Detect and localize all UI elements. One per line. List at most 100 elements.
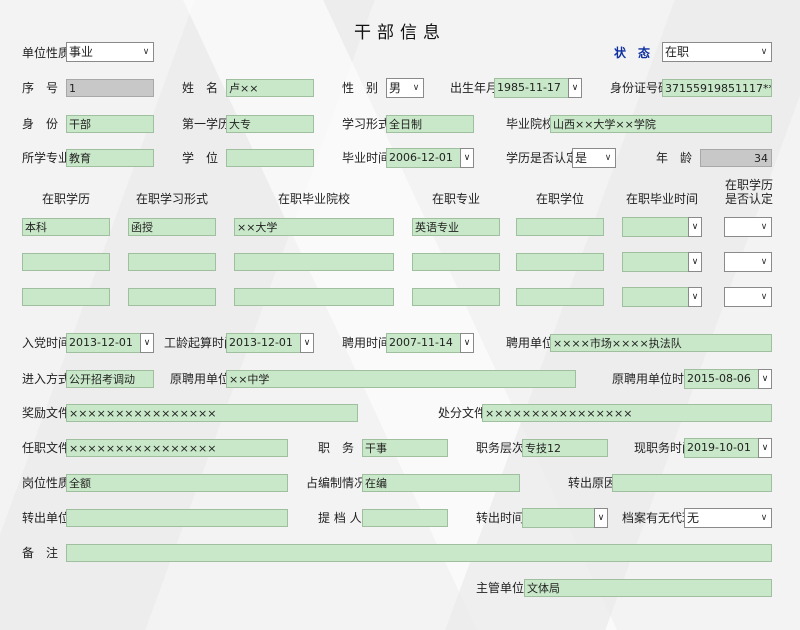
inservice-time-field[interactable]: ∨ <box>622 287 702 307</box>
date-dropdown-icon[interactable]: ∨ <box>568 78 582 98</box>
date-dropdown-icon[interactable]: ∨ <box>688 287 702 307</box>
id-number-label: 身份证号码 <box>610 81 671 95</box>
hire-time-label: 聘用时间 <box>342 336 391 350</box>
transfer-reason-field[interactable] <box>612 474 772 492</box>
transfer-time-field[interactable]: ∨ <box>522 508 608 528</box>
status-select[interactable]: 在职 ∨ <box>662 42 772 62</box>
duty-time-value: 2019-10-01 <box>687 441 751 454</box>
punish-doc-label: 处分文件 <box>438 406 487 420</box>
chevron-down-icon: ∨ <box>760 47 768 57</box>
gender-value: 男 <box>389 81 402 95</box>
inservice-major-field[interactable] <box>412 253 500 271</box>
inservice-school-field[interactable]: ××大学 <box>234 218 394 236</box>
chevron-down-icon: ∨ <box>760 257 768 267</box>
orig-unit-field[interactable]: ××中学 <box>226 370 576 388</box>
chevron-down-icon: ∨ <box>760 222 768 232</box>
chevron-down-icon: ∨ <box>760 292 768 302</box>
date-dropdown-icon[interactable]: ∨ <box>300 333 314 353</box>
inservice-form-field[interactable] <box>128 288 216 306</box>
degree-field[interactable] <box>226 149 314 167</box>
id-number-field[interactable]: 37155919851117**** <box>662 79 772 97</box>
date-dropdown-icon[interactable]: ∨ <box>140 333 154 353</box>
inservice-time-field[interactable]: ∨ <box>622 217 702 237</box>
status-value: 在职 <box>665 45 690 59</box>
supervisor-label: 主管单位: <box>476 581 529 595</box>
name-field[interactable]: 卢×× <box>226 79 314 97</box>
birth-date-field[interactable]: 1985-11-17 ∨ <box>494 78 582 98</box>
inservice-certified-select[interactable]: ∨ <box>724 287 772 307</box>
hire-time-field[interactable]: 2007-11-14 ∨ <box>386 333 474 353</box>
first-edu-field[interactable]: 大专 <box>226 115 314 133</box>
grad-school-field[interactable]: 山西××大学××学院 <box>550 115 772 133</box>
inservice-form-field[interactable]: 函授 <box>128 218 216 236</box>
unit-type-label: 单位性质 <box>22 46 71 60</box>
file-agent-value: 无 <box>687 511 700 525</box>
major-field[interactable]: 教育 <box>66 149 154 167</box>
supervisor-field[interactable]: 文体局 <box>524 579 772 597</box>
date-dropdown-icon[interactable]: ∨ <box>688 217 702 237</box>
orig-unit-time-value: 2015-08-06 <box>687 372 751 385</box>
file-agent-select[interactable]: 无 ∨ <box>684 508 772 528</box>
inservice-certified-select[interactable]: ∨ <box>724 252 772 272</box>
inservice-school-field[interactable] <box>234 288 394 306</box>
award-doc-field[interactable]: ×××××××××××××××× <box>66 404 358 422</box>
grad-school-label: 毕业院校 <box>506 117 555 131</box>
date-dropdown-icon[interactable]: ∨ <box>594 508 608 528</box>
identity-field[interactable]: 干部 <box>66 115 154 133</box>
inservice-degree-field[interactable] <box>516 288 604 306</box>
col-header-form: 在职学习形式 <box>135 192 208 206</box>
edu-certified-select[interactable]: 是 ∨ <box>572 148 616 168</box>
date-dropdown-icon[interactable]: ∨ <box>460 148 474 168</box>
inservice-edu-field[interactable]: 本科 <box>22 218 110 236</box>
appoint-doc-label: 任职文件 <box>22 441 71 455</box>
duty-field[interactable]: 干事 <box>362 439 448 457</box>
hire-unit-field[interactable]: ××××市场××××执法队 <box>550 334 772 352</box>
grad-time-field[interactable]: 2006-12-01 ∨ <box>386 148 474 168</box>
entry-method-field[interactable]: 公开招考调动 <box>66 370 154 388</box>
col-header-school: 在职毕业院校 <box>277 192 350 206</box>
degree-label: 学 位 <box>182 151 219 165</box>
inservice-degree-field[interactable] <box>516 218 604 236</box>
study-form-label: 学习形式 <box>342 117 391 131</box>
inservice-edu-field[interactable] <box>22 288 110 306</box>
remark-field[interactable] <box>66 544 772 562</box>
date-dropdown-icon[interactable]: ∨ <box>460 333 474 353</box>
date-dropdown-icon[interactable]: ∨ <box>688 252 702 272</box>
duty-level-field[interactable]: 专技12 <box>522 439 608 457</box>
name-label: 姓 名 <box>182 81 219 95</box>
inservice-school-field[interactable] <box>234 253 394 271</box>
col-header-edu: 在职学历 <box>41 192 90 206</box>
post-nature-field[interactable]: 全额 <box>66 474 288 492</box>
transfer-unit-field[interactable] <box>66 509 288 527</box>
staffing-field[interactable]: 在编 <box>362 474 520 492</box>
appoint-doc-field[interactable]: ×××××××××××××××× <box>66 439 288 457</box>
post-nature-label: 岗位性质 <box>22 476 71 490</box>
date-dropdown-icon[interactable]: ∨ <box>758 369 772 389</box>
duty-time-field[interactable]: 2019-10-01 ∨ <box>684 438 772 458</box>
identity-label: 身 份 <box>22 117 59 131</box>
edu-certified-value: 是 <box>575 151 588 165</box>
inservice-edu-field[interactable] <box>22 253 110 271</box>
chevron-down-icon[interactable]: ∨ <box>601 149 615 167</box>
inservice-certified-select[interactable]: ∨ <box>724 217 772 237</box>
inservice-major-field[interactable]: 英语专业 <box>412 218 500 236</box>
file-taker-field[interactable] <box>362 509 448 527</box>
gender-select[interactable]: 男 ∨ <box>386 78 424 98</box>
inservice-time-field[interactable]: ∨ <box>622 252 702 272</box>
page-title: 干部信息 <box>354 23 446 43</box>
study-form-field[interactable]: 全日制 <box>386 115 474 133</box>
gender-label: 性 别 <box>342 81 379 95</box>
party-time-field[interactable]: 2013-12-01 ∨ <box>66 333 154 353</box>
orig-unit-time-field[interactable]: 2015-08-06 ∨ <box>684 369 772 389</box>
seniority-start-field[interactable]: 2013-12-01 ∨ <box>226 333 314 353</box>
inservice-degree-field[interactable] <box>516 253 604 271</box>
punish-doc-field[interactable]: ×××××××××××××××× <box>482 404 772 422</box>
transfer-time-label: 转出时间 <box>476 511 525 525</box>
unit-type-select[interactable]: 事业 ∨ <box>66 42 154 62</box>
entry-method-label: 进入方式 <box>22 372 71 386</box>
date-dropdown-icon[interactable]: ∨ <box>758 438 772 458</box>
inservice-major-field[interactable] <box>412 288 500 306</box>
grad-time-value: 2006-12-01 <box>389 151 453 164</box>
party-time-label: 入党时间 <box>22 336 71 350</box>
inservice-form-field[interactable] <box>128 253 216 271</box>
